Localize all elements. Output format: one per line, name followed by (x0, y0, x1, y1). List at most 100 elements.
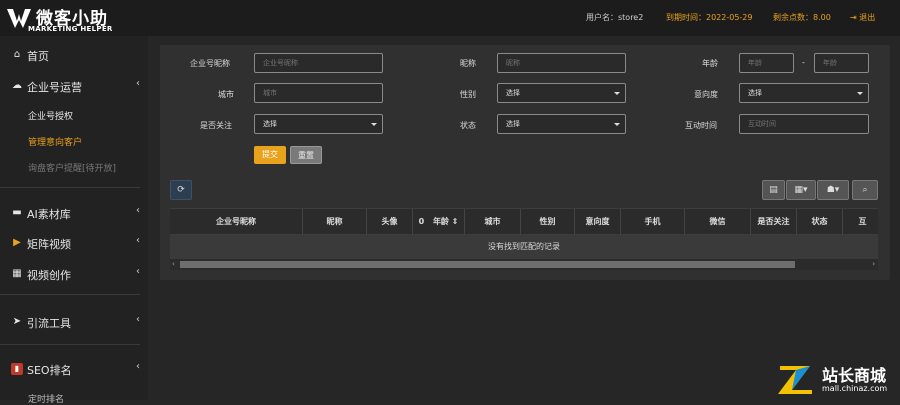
scrollbar-thumb[interactable] (180, 261, 795, 268)
column-header[interactable]: 头像 (366, 209, 412, 235)
watermark: 站长商城 mall.chinaz.com (776, 356, 900, 400)
age-max-input[interactable] (814, 53, 869, 73)
sort-prefix: 0 (418, 217, 425, 226)
submit-button[interactable]: 提交 (254, 146, 286, 164)
chevron-down-icon: ‹ (136, 205, 140, 216)
caret-down-icon (614, 92, 620, 95)
chevron-down-icon: ‹ (136, 361, 140, 372)
logout-label: 退出 (859, 13, 876, 22)
remaining-points: 剩余点数：8.00 (773, 13, 831, 22)
user-icon: ☗▾ (826, 185, 840, 195)
export-button[interactable]: ▤ (762, 180, 785, 200)
cloud-icon: ☁ (12, 80, 22, 91)
watermark-url: mall.chinaz.com (822, 384, 888, 393)
column-header[interactable]: 手机 (620, 209, 684, 235)
document-icon: ▤ (769, 185, 778, 195)
status-select-value: 选择 (506, 120, 520, 128)
interaction-time-label: 互动时间 (685, 121, 717, 130)
sidebar: ⌂ 首页 ☁ 企业号运营 ‹ 企业号授权 管理意向客户 询盘客户提醒[待开放] … (0, 36, 148, 405)
divider (0, 187, 140, 188)
column-header-age[interactable]: 0 年龄 ⇕ (412, 209, 464, 235)
gender-select-value: 选择 (506, 89, 520, 97)
column-header[interactable]: 意向度 (574, 209, 620, 235)
follow-label: 是否关注 (200, 121, 232, 130)
logo[interactable]: 微客小助 MARKETING HELPER (6, 4, 141, 34)
video-icon: ▶ (13, 237, 21, 248)
sidebar-subitem-authorize[interactable]: 企业号授权 (28, 109, 73, 122)
nickname-input[interactable] (254, 53, 383, 73)
send-icon: ➤ (12, 316, 22, 327)
watermark-logo-icon (778, 366, 812, 394)
sidebar-item-label: 矩阵视频 (27, 238, 71, 251)
sidebar-item-matrix-video[interactable]: ▶ 矩阵视频 ‹ (0, 228, 148, 258)
divider (0, 344, 140, 345)
user-menu-button[interactable]: ☗▾ (817, 180, 849, 200)
column-header[interactable]: 是否关注 (750, 209, 796, 235)
name-label: 昵称 (460, 59, 476, 68)
sidebar-item-label: 引流工具 (27, 317, 71, 330)
scroll-right-icon[interactable]: › (872, 260, 875, 268)
city-input[interactable] (254, 83, 383, 103)
sidebar-item-home[interactable]: ⌂ 首页 (0, 40, 148, 70)
gender-select[interactable]: 选择 (497, 83, 626, 103)
gender-label: 性别 (460, 90, 476, 99)
intent-select[interactable]: 选择 (739, 83, 869, 103)
caret-down-icon (614, 123, 620, 126)
logout-icon: ⇥ (850, 13, 857, 22)
columns-toggle-button[interactable]: ▦▾ (786, 180, 816, 200)
chart-icon: ▮ (11, 363, 23, 375)
reset-button[interactable]: 重置 (290, 146, 322, 164)
column-header[interactable]: 昵称 (302, 209, 366, 235)
column-header[interactable]: 企业号昵称 (170, 209, 302, 235)
intent-label: 意向度 (694, 90, 718, 99)
column-header[interactable]: 状态 (796, 209, 842, 235)
sidebar-item-label: 企业号运营 (27, 81, 82, 94)
refresh-button[interactable]: ⟳ (170, 180, 192, 200)
chevron-down-icon: ‹ (136, 235, 140, 246)
column-header[interactable]: 互 (842, 209, 878, 235)
caret-down-icon (371, 123, 377, 126)
sidebar-item-traffic-tools[interactable]: ➤ 引流工具 ‹ (0, 307, 148, 337)
age-separator: - (802, 58, 805, 67)
data-table: 企业号昵称 昵称 头像 0 年龄 ⇕ 城市 性别 意向度 手机 微信 是否关注 … (170, 208, 878, 270)
name-input[interactable] (497, 53, 626, 73)
sidebar-item-label: 首页 (27, 50, 49, 63)
table-header: 企业号昵称 昵称 头像 0 年龄 ⇕ 城市 性别 意向度 手机 微信 是否关注 … (170, 208, 878, 235)
sidebar-item-seo[interactable]: ▮ SEO排名 ‹ (0, 354, 148, 384)
age-label: 年龄 (702, 59, 718, 68)
sidebar-item-label: SEO排名 (27, 364, 72, 377)
grid-icon: ▦▾ (794, 185, 808, 195)
expire-time: 到期时间：2022-05-29 (666, 13, 753, 22)
sidebar-item-label: AI素材库 (27, 208, 71, 221)
username-label: 用户名：store2 (586, 13, 644, 22)
logo-subtitle: MARKETING HELPER (28, 25, 113, 33)
column-header[interactable]: 性别 (520, 209, 574, 235)
follow-select-value: 选择 (263, 120, 277, 128)
sidebar-item-ai-library[interactable]: ▬ AI素材库 ‹ (0, 198, 148, 228)
status-select[interactable]: 选择 (497, 114, 626, 134)
column-header[interactable]: 城市 (464, 209, 520, 235)
chevron-down-icon: ‹ (136, 314, 140, 325)
caret-down-icon (857, 92, 863, 95)
sidebar-subitem-inquiry-reminder[interactable]: 询盘客户提醒[待开放] (28, 161, 116, 174)
home-icon: ⌂ (13, 49, 21, 60)
interaction-time-input[interactable] (739, 114, 869, 134)
sidebar-item-video-creation[interactable]: ▦ 视频创作 ‹ (0, 259, 148, 289)
scroll-left-icon[interactable]: ‹ (172, 260, 175, 268)
age-min-input[interactable] (739, 53, 794, 73)
status-label: 状态 (460, 121, 476, 130)
watermark-text: 站长商城 (822, 366, 887, 385)
search-button[interactable]: ⌕ (852, 180, 878, 200)
film-icon: ▦ (12, 268, 22, 279)
chevron-down-icon: ‹ (136, 78, 140, 89)
column-header[interactable]: 微信 (684, 209, 750, 235)
logout-link[interactable]: ⇥ 退出 (850, 12, 875, 23)
follow-select[interactable]: 选择 (254, 114, 383, 134)
sidebar-item-enterprise[interactable]: ☁ 企业号运营 ‹ (0, 71, 148, 101)
sort-icon: ⇕ (451, 217, 459, 226)
horizontal-scrollbar[interactable]: ‹ › (170, 259, 878, 270)
folder-icon: ▬ (12, 207, 22, 218)
sidebar-subitem-manage-leads[interactable]: 管理意向客户 (28, 135, 82, 148)
sidebar-subitem-scheduled-ranking[interactable]: 定时排名 (28, 392, 64, 405)
top-bar: 微客小助 MARKETING HELPER 用户名：store2 到期时间：20… (0, 0, 900, 36)
